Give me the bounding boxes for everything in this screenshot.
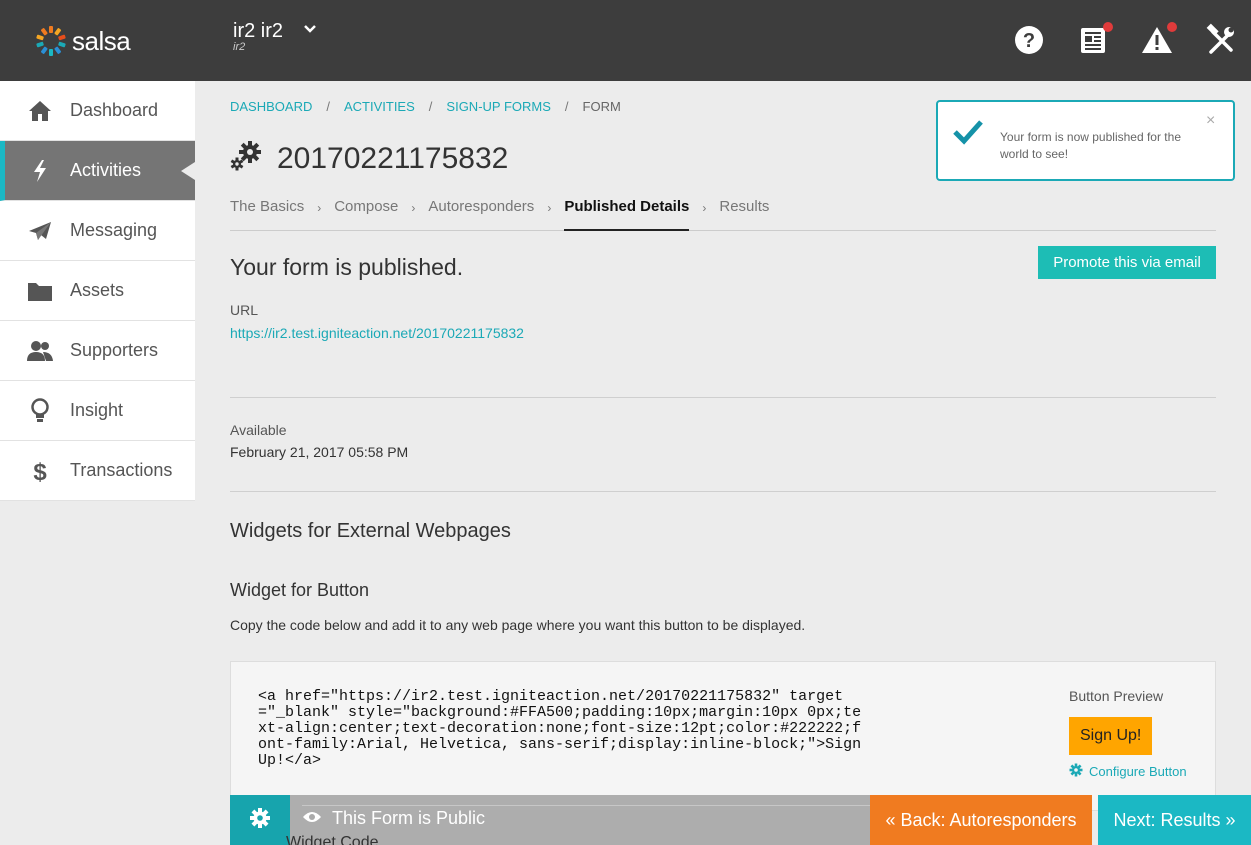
sidebar: Dashboard Activities Messaging Assets Su… [0, 81, 195, 501]
sidebar-item-label: Transactions [70, 460, 173, 480]
sidebar-item-insight[interactable]: Insight [0, 381, 195, 441]
tab-results[interactable]: Results [719, 198, 769, 231]
lightbulb-icon [27, 397, 53, 424]
breadcrumb-signup-forms[interactable]: SIGN-UP FORMS [446, 99, 551, 114]
logo-text: salsa [72, 25, 131, 56]
eye-icon [302, 808, 322, 829]
breadcrumb-form: FORM [582, 99, 621, 114]
salsa-logo-icon [34, 24, 68, 58]
sidebar-item-supporters[interactable]: Supporters [0, 321, 195, 381]
tab-separator: › [702, 201, 707, 215]
notification-badge [1103, 22, 1113, 32]
widget-description: Copy the code below and add it to any we… [230, 617, 806, 633]
sidebar-item-activities[interactable]: Activities [0, 141, 195, 201]
form-url-link[interactable]: https://ir2.test.igniteaction.net/201702… [230, 325, 524, 341]
news-icon[interactable] [1075, 22, 1113, 58]
bottom-action-bar: Widget Code This Form is Public « Back: … [230, 795, 1251, 845]
configure-button-label: Configure Button [1089, 764, 1187, 779]
tab-the-basics[interactable]: The Basics [230, 198, 304, 231]
tab-autoresponders[interactable]: Autoresponders [428, 198, 534, 231]
tab-separator: › [547, 201, 552, 215]
top-bar: salsa ir2 ir2 ir2 ? [0, 0, 1251, 81]
people-icon [27, 338, 53, 364]
breadcrumb-activities[interactable]: ACTIVITIES [344, 99, 415, 114]
widget-code-label: Widget Code [286, 834, 379, 845]
back-autoresponders-button[interactable]: « Back: Autoresponders [870, 795, 1092, 845]
svg-text:$: $ [33, 459, 47, 484]
gear-icon [1069, 763, 1083, 780]
page-title: 20170221175832 [277, 141, 509, 175]
sidebar-item-label: Dashboard [70, 100, 159, 120]
signup-preview-button[interactable]: Sign Up! [1069, 717, 1153, 755]
sidebar-item-label: Supporters [70, 340, 159, 360]
sidebar-item-messaging[interactable]: Messaging [0, 201, 195, 261]
widget-button-heading: Widget for Button [230, 580, 370, 600]
svg-text:?: ? [1023, 30, 1035, 52]
gears-icon [230, 140, 264, 177]
tools-icon[interactable] [1203, 22, 1239, 58]
salsa-logo[interactable]: salsa [34, 24, 131, 58]
step-tabs: The Basics › Compose › Autoresponders › … [230, 198, 1216, 231]
alert-badge [1167, 22, 1177, 32]
tab-separator: › [411, 201, 416, 215]
org-name: ir2 ir2 [233, 20, 284, 42]
close-icon[interactable]: × [1206, 112, 1215, 130]
promote-via-email-button[interactable]: Promote this via email [1038, 246, 1216, 279]
org-switcher[interactable]: ir2 ir2 ir2 [233, 20, 283, 53]
sidebar-item-label: Insight [70, 400, 124, 420]
form-url-text[interactable]: https://ir2.test.igniteaction.net/201702… [230, 325, 524, 341]
title-row: 20170221175832 [230, 140, 508, 177]
button-preview-label: Button Preview [1069, 688, 1164, 704]
divider [230, 491, 1216, 492]
breadcrumb-dashboard[interactable]: DASHBOARD [230, 99, 312, 114]
success-toast: Your form is now published for the world… [936, 100, 1235, 181]
sidebar-item-label: Messaging [70, 220, 158, 240]
next-results-button[interactable]: Next: Results » [1098, 795, 1251, 845]
widgets-heading: Widgets for External Webpages [230, 520, 511, 542]
breadcrumb-separator: / [564, 99, 569, 114]
breadcrumb: DASHBOARD / ACTIVITIES / SIGN-UP FORMS /… [230, 99, 621, 114]
settings-button[interactable] [230, 795, 290, 845]
available-label: Available [230, 422, 287, 438]
sidebar-item-dashboard[interactable]: Dashboard [0, 81, 195, 141]
widget-code[interactable]: <a href="https://ir2.test.igniteaction.n… [258, 689, 868, 769]
sidebar-item-assets[interactable]: Assets [0, 261, 195, 321]
sidebar-item-label: Assets [70, 280, 125, 300]
paper-plane-icon [27, 218, 53, 244]
home-icon [27, 98, 53, 124]
tab-separator: › [317, 201, 322, 215]
url-label: URL [230, 302, 259, 318]
divider [230, 397, 1216, 398]
available-value: February 21, 2017 05:58 PM [230, 444, 409, 460]
visibility-status: This Form is Public [302, 808, 485, 829]
help-icon[interactable]: ? [1011, 22, 1047, 58]
breadcrumb-separator: / [326, 99, 330, 114]
breadcrumb-separator: / [428, 99, 433, 114]
lightning-icon [27, 158, 53, 184]
tab-published-details[interactable]: Published Details [564, 198, 690, 231]
widget-code-box: <a href="https://ir2.test.igniteaction.n… [230, 661, 1216, 811]
published-heading: Your form is published. [230, 254, 464, 280]
folder-icon [27, 278, 53, 304]
chevron-down-icon[interactable] [303, 22, 317, 41]
tab-compose[interactable]: Compose [334, 198, 398, 231]
checkmark-icon [952, 118, 984, 151]
divider [302, 805, 870, 806]
alert-icon[interactable] [1139, 22, 1177, 58]
visibility-label: This Form is Public [332, 808, 486, 828]
toast-message: Your form is now published for the world… [1000, 130, 1181, 161]
form-visibility-bar[interactable]: Widget Code This Form is Public [286, 795, 870, 845]
sidebar-item-transactions[interactable]: $ Transactions [0, 441, 195, 501]
gear-icon [249, 807, 271, 834]
dollar-icon: $ [27, 458, 53, 484]
configure-button-link[interactable]: Configure Button [1069, 763, 1187, 780]
sidebar-item-label: Activities [70, 160, 142, 180]
